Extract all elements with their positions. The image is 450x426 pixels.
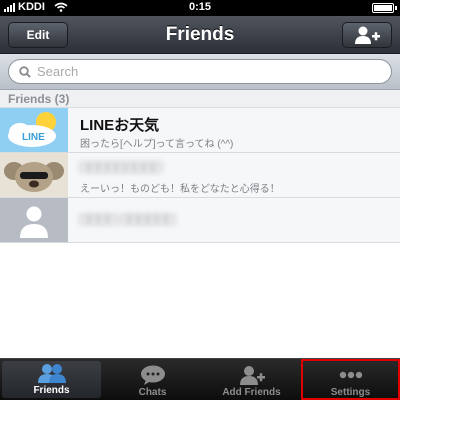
- search-placeholder: Search: [37, 64, 79, 79]
- line-weather-avatar-icon: LINE: [0, 108, 68, 152]
- clock: 0:15: [188, 1, 212, 13]
- avatar: [0, 198, 68, 242]
- status-bar: KDDI 0:15: [0, 0, 400, 16]
- line-app-screen: KDDI 0:15 Edit Friends Search Friends (3…: [0, 0, 400, 426]
- navigation-bar: Edit Friends: [0, 16, 400, 54]
- friend-name: LINEお天気: [80, 117, 160, 134]
- friend-status-message: 困ったら[ヘルプ]って言ってね (^^): [80, 139, 234, 150]
- friend-row[interactable]: □□□□□□□□□ えーいっ！ものども！私をどなたと心得る！: [0, 153, 400, 198]
- friends-icon: [37, 364, 66, 383]
- add-user-icon: [355, 26, 380, 44]
- more-dots-icon: [339, 371, 362, 379]
- friend-name: □□□□ □□□□□□: [80, 211, 175, 228]
- tab-settings[interactable]: Settings: [301, 359, 400, 400]
- avatar: [0, 153, 68, 197]
- tab-label: Settings: [330, 387, 371, 398]
- tab-label: Friends: [33, 385, 70, 396]
- avatar: LINE: [0, 108, 68, 152]
- tab-friends[interactable]: Friends: [2, 361, 101, 398]
- add-friend-icon: [239, 366, 265, 385]
- battery-icon: [372, 3, 397, 13]
- friend-row[interactable]: LINE LINEお天気 困ったら[ヘルプ]って言ってね (^^): [0, 108, 400, 153]
- search-icon: [19, 65, 31, 78]
- chat-bubble-icon: [140, 365, 165, 385]
- search-bar: Search: [0, 54, 400, 90]
- friend-row[interactable]: □□□□ □□□□□□: [0, 198, 400, 243]
- page-title: Friends: [165, 24, 235, 45]
- tab-label: Chats: [138, 387, 167, 398]
- tab-label: Add Friends: [222, 387, 281, 398]
- default-user-avatar-icon: [0, 198, 68, 242]
- friend-name: □□□□□□□□□: [80, 159, 162, 176]
- svg-text:LINE: LINE: [22, 132, 45, 143]
- friends-section-header: Friends (3): [0, 90, 400, 108]
- tab-chats[interactable]: Chats: [103, 359, 202, 400]
- friend-status-message: えーいっ！ものども！私をどなたと心得る！: [80, 184, 280, 195]
- tab-bar: Friends Chats Add Friends Settings: [0, 358, 400, 400]
- add-friend-button[interactable]: [342, 22, 392, 48]
- koala-avatar-icon: [0, 153, 68, 197]
- tab-add-friends[interactable]: Add Friends: [202, 359, 301, 400]
- search-input[interactable]: Search: [8, 59, 392, 84]
